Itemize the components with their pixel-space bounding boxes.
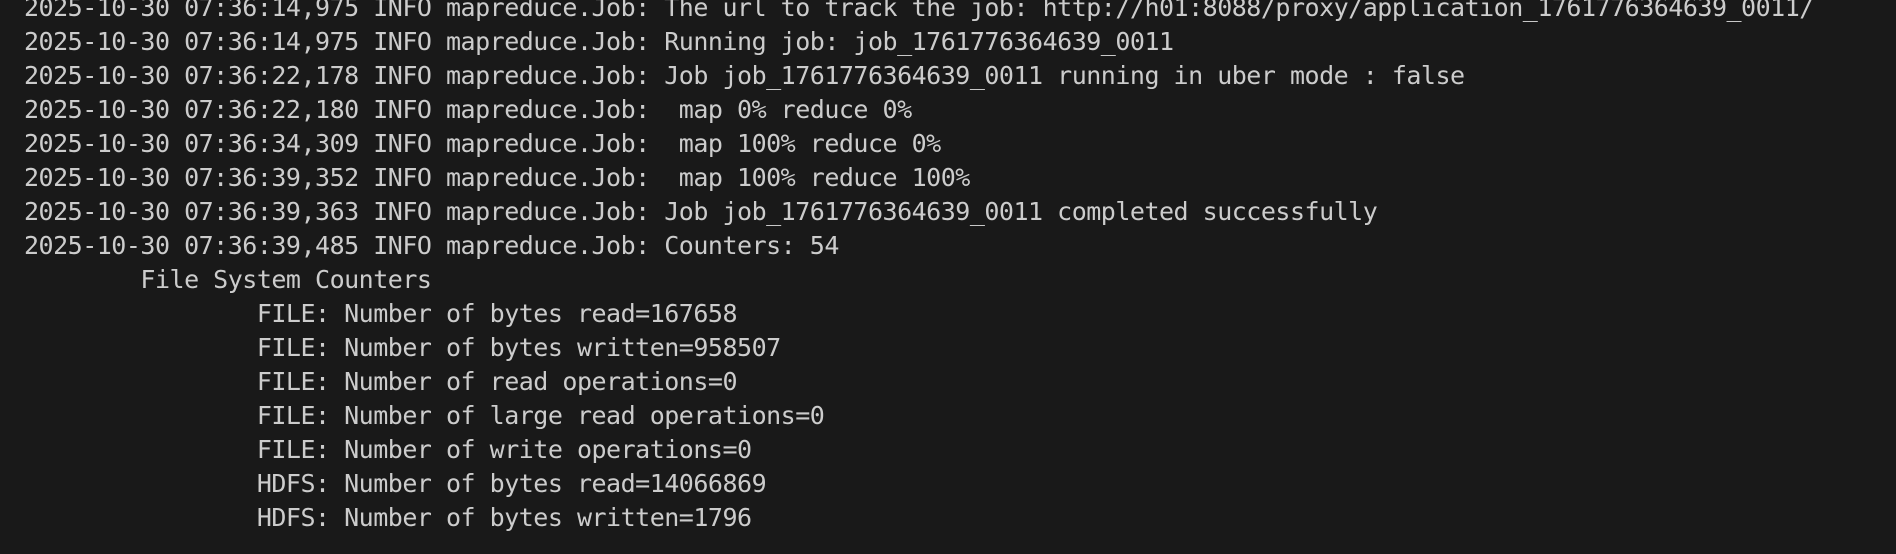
log-line-progress-0: 2025-10-30 07:36:22,180 INFO mapreduce.J… — [24, 95, 912, 124]
counter-file-read-ops: FILE: Number of read operations=0 — [24, 367, 738, 396]
log-line-progress-complete: 2025-10-30 07:36:39,352 INFO mapreduce.J… — [24, 163, 970, 192]
counter-file-write-ops: FILE: Number of write operations=0 — [24, 435, 752, 464]
counter-group-file-system: File System Counters — [24, 265, 432, 294]
log-line-track-url: 2025-10-30 07:36:14,975 INFO mapreduce.J… — [24, 0, 1814, 22]
counter-hdfs-bytes-written: HDFS: Number of bytes written=1796 — [24, 503, 752, 532]
counter-file-bytes-written: FILE: Number of bytes written=958507 — [24, 333, 781, 362]
log-line-running-job: 2025-10-30 07:36:14,975 INFO mapreduce.J… — [24, 27, 1174, 56]
counter-file-large-read-ops: FILE: Number of large read operations=0 — [24, 401, 825, 430]
log-line-job-completed: 2025-10-30 07:36:39,363 INFO mapreduce.J… — [24, 197, 1378, 226]
counter-file-bytes-read: FILE: Number of bytes read=167658 — [24, 299, 738, 328]
terminal-lines: 2025-10-30 07:36:14,975 INFO mapreduce.J… — [24, 0, 1814, 535]
terminal-output[interactable]: 2025-10-30 07:36:14,975 INFO mapreduce.J… — [0, 0, 1896, 554]
log-line-counters: 2025-10-30 07:36:39,485 INFO mapreduce.J… — [24, 231, 839, 260]
counter-hdfs-bytes-read: HDFS: Number of bytes read=14066869 — [24, 469, 767, 498]
log-line-uber-mode: 2025-10-30 07:36:22,178 INFO mapreduce.J… — [24, 61, 1465, 90]
log-line-progress-map-done: 2025-10-30 07:36:34,309 INFO mapreduce.J… — [24, 129, 941, 158]
